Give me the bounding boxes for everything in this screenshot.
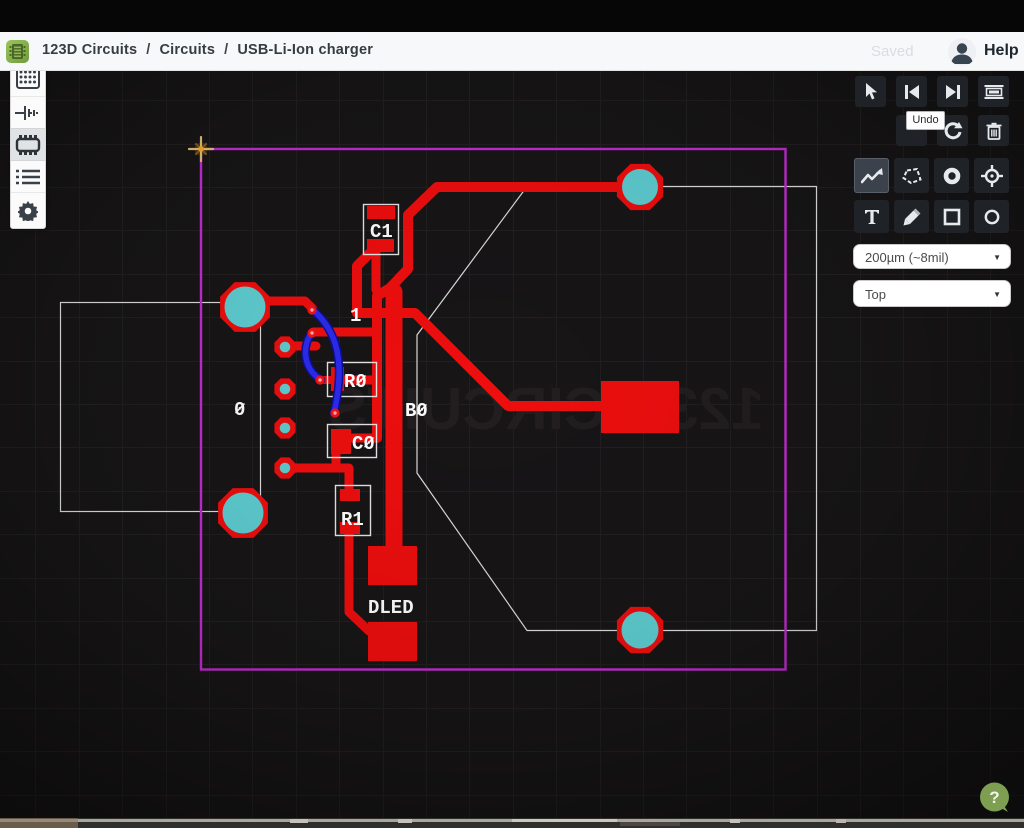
svg-text:?: ? bbox=[989, 788, 999, 807]
